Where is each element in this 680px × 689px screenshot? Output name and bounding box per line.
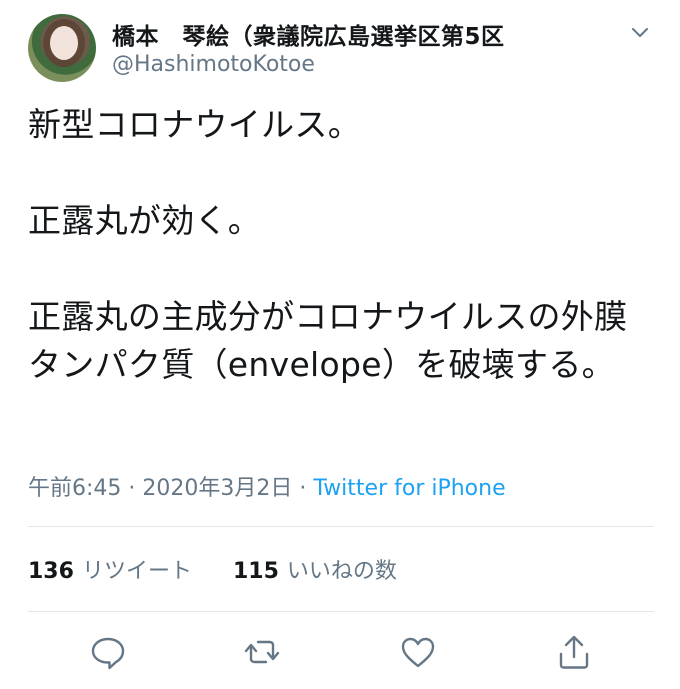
likes-count: 115 [232, 559, 279, 584]
likes-label: いいねの数 [286, 559, 397, 584]
chevron-down-icon[interactable] [630, 22, 650, 42]
tweet-text: 新型コロナウイルス。 正露丸が効く。 正露丸の主成分がコロナウイルスの外膜タンパ… [28, 105, 628, 384]
tweet-time: 午前6:45 [28, 476, 122, 501]
tweet-source-link[interactable]: Twitter for iPhone [313, 476, 505, 501]
tweet-header: 橋本 琴絵（衆議院広島選挙区第5区 @HashimotoKotoe [28, 14, 658, 84]
tweet-meta: 午前6:45 · 2020年3月2日 · Twitter for iPhone [28, 470, 506, 502]
retweets-stat[interactable]: 136 リツイート [28, 553, 192, 585]
share-icon[interactable] [554, 632, 594, 672]
like-icon[interactable] [398, 632, 438, 672]
display-name[interactable]: 橋本 琴絵（衆議院広島選挙区第5区 [112, 17, 505, 51]
tweet-stats: 136 リツイート 115 いいねの数 [28, 553, 431, 585]
retweets-label: リツイート [81, 559, 192, 584]
retweets-count: 136 [28, 559, 74, 584]
user-handle[interactable]: @HashimotoKotoe [112, 52, 315, 77]
avatar-face [50, 26, 78, 60]
meta-separator: · [128, 476, 136, 501]
reply-icon[interactable] [88, 632, 128, 672]
avatar[interactable] [28, 14, 96, 82]
likes-stat[interactable]: 115 いいねの数 [233, 553, 397, 585]
divider [28, 526, 654, 527]
divider [28, 611, 654, 612]
meta-separator: · [299, 476, 307, 501]
tweet-date[interactable]: 2020年3月2日 [142, 476, 292, 501]
retweet-icon[interactable] [242, 632, 282, 672]
action-bar [0, 632, 680, 676]
